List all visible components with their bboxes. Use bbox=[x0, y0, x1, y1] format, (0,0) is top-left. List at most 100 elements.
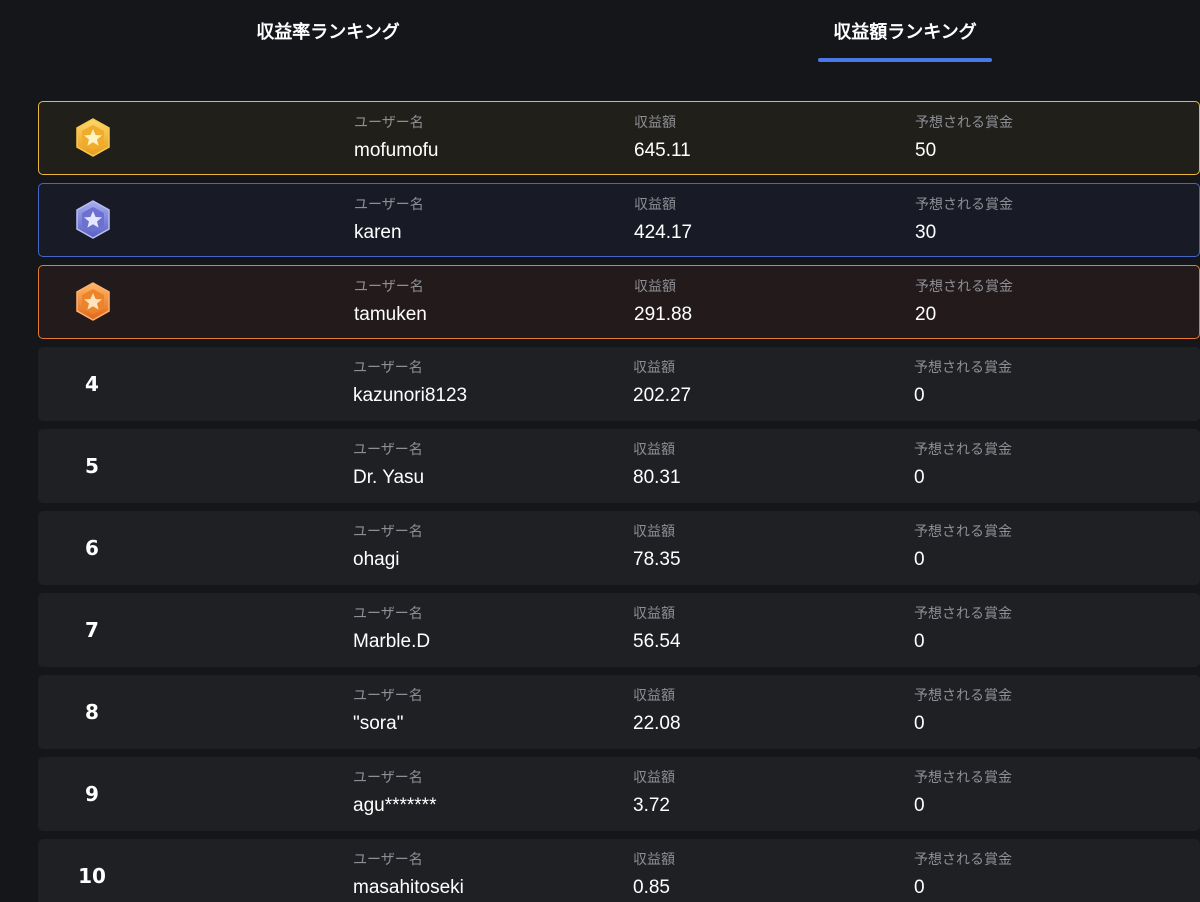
username-cell: ユーザー名 kazunori8123 bbox=[353, 359, 467, 407]
ranking-row[interactable]: 10 ユーザー名 masahitoseki 収益額 0.85 予想される賞金 0 bbox=[38, 839, 1200, 902]
expected-prize-cell: 予想される賞金 0 bbox=[914, 605, 1012, 653]
profit-amount-label: 収益額 bbox=[633, 524, 675, 540]
expected-prize-value: 0 bbox=[914, 877, 925, 898]
profit-amount-label: 収益額 bbox=[634, 197, 676, 213]
profit-amount-value: 3.72 bbox=[633, 795, 670, 816]
rank-number: 5 bbox=[85, 454, 99, 478]
active-tab-indicator bbox=[818, 58, 992, 62]
ranking-tabs: 収益率ランキング 収益額ランキング bbox=[0, 0, 1200, 62]
username-cell: ユーザー名 masahitoseki bbox=[353, 851, 464, 899]
tab-return-rate-ranking[interactable]: 収益率ランキング bbox=[208, 20, 448, 62]
expected-prize-value: 0 bbox=[914, 385, 925, 406]
username-value: kazunori8123 bbox=[353, 385, 468, 406]
profit-amount-cell: 収益額 3.72 bbox=[633, 769, 675, 817]
expected-prize-label: 予想される賞金 bbox=[915, 279, 1013, 295]
ranking-row[interactable]: ユーザー名 tamuken 収益額 291.88 予想される賞金 20 bbox=[38, 265, 1200, 339]
username-value: Marble.D bbox=[353, 631, 431, 652]
profit-amount-value: 78.35 bbox=[633, 549, 681, 570]
username-cell: ユーザー名 "sora" bbox=[353, 687, 423, 735]
username-value: karen bbox=[354, 222, 402, 243]
username-label: ユーザー名 bbox=[353, 442, 423, 458]
expected-prize-label: 予想される賞金 bbox=[914, 852, 1012, 868]
profit-amount-value: 202.27 bbox=[633, 385, 692, 406]
profit-amount-label: 収益額 bbox=[633, 770, 675, 786]
rank-number: 9 bbox=[85, 782, 99, 806]
rank-cell bbox=[39, 266, 147, 338]
profit-amount-cell: 収益額 202.27 bbox=[633, 359, 691, 407]
expected-prize-value: 20 bbox=[915, 304, 937, 325]
username-cell: ユーザー名 ohagi bbox=[353, 523, 423, 571]
profit-amount-cell: 収益額 645.11 bbox=[634, 114, 691, 162]
profit-amount-label: 収益額 bbox=[633, 442, 675, 458]
rank-number: 4 bbox=[85, 372, 99, 396]
profit-amount-label: 収益額 bbox=[634, 115, 676, 131]
gold-medal-icon bbox=[76, 118, 110, 157]
username-cell: ユーザー名 Marble.D bbox=[353, 605, 430, 653]
profit-amount-label: 収益額 bbox=[633, 360, 675, 376]
expected-prize-label: 予想される賞金 bbox=[914, 442, 1012, 458]
tab-profit-amount-ranking[interactable]: 収益額ランキング bbox=[818, 20, 992, 62]
profit-amount-value: 56.54 bbox=[633, 631, 681, 652]
profit-amount-label: 収益額 bbox=[634, 279, 676, 295]
rank-cell bbox=[39, 102, 147, 174]
username-label: ユーザー名 bbox=[353, 606, 423, 622]
profit-amount-value: 0.85 bbox=[633, 877, 670, 898]
expected-prize-value: 0 bbox=[914, 631, 925, 652]
profit-amount-cell: 収益額 80.31 bbox=[633, 441, 681, 489]
expected-prize-label: 予想される賞金 bbox=[915, 115, 1013, 131]
rank-cell bbox=[39, 184, 147, 256]
profit-amount-cell: 収益額 78.35 bbox=[633, 523, 681, 571]
expected-prize-value: 0 bbox=[914, 549, 925, 570]
username-value: Dr. Yasu bbox=[353, 467, 425, 488]
username-label: ユーザー名 bbox=[354, 115, 424, 131]
expected-prize-value: 0 bbox=[914, 713, 925, 734]
expected-prize-label: 予想される賞金 bbox=[914, 360, 1012, 376]
expected-prize-cell: 予想される賞金 50 bbox=[915, 114, 1013, 162]
expected-prize-cell: 予想される賞金 20 bbox=[915, 278, 1013, 326]
username-cell: ユーザー名 karen bbox=[354, 196, 424, 244]
username-cell: ユーザー名 agu******* bbox=[353, 769, 436, 817]
username-value: mofumofu bbox=[354, 140, 439, 161]
ranking-list: ユーザー名 mofumofu 収益額 645.11 予想される賞金 50 ユーザ… bbox=[38, 101, 1200, 902]
username-cell: ユーザー名 mofumofu bbox=[354, 114, 438, 162]
expected-prize-label: 予想される賞金 bbox=[914, 524, 1012, 540]
username-label: ユーザー名 bbox=[353, 360, 423, 376]
username-value: tamuken bbox=[354, 304, 427, 325]
profit-amount-value: 645.11 bbox=[634, 140, 691, 161]
profit-amount-label: 収益額 bbox=[633, 606, 675, 622]
rank-number: 8 bbox=[85, 700, 99, 724]
ranking-row[interactable]: ユーザー名 mofumofu 収益額 645.11 予想される賞金 50 bbox=[38, 101, 1200, 175]
expected-prize-value: 0 bbox=[914, 795, 925, 816]
profit-amount-cell: 収益額 56.54 bbox=[633, 605, 681, 653]
expected-prize-value: 30 bbox=[915, 222, 937, 243]
ranking-row[interactable]: 5 ユーザー名 Dr. Yasu 収益額 80.31 予想される賞金 0 bbox=[38, 429, 1200, 503]
profit-amount-value: 291.88 bbox=[634, 304, 693, 325]
ranking-row[interactable]: 8 ユーザー名 "sora" 収益額 22.08 予想される賞金 0 bbox=[38, 675, 1200, 749]
expected-prize-cell: 予想される賞金 30 bbox=[915, 196, 1013, 244]
ranking-row[interactable]: 4 ユーザー名 kazunori8123 収益額 202.27 予想される賞金 … bbox=[38, 347, 1200, 421]
expected-prize-cell: 予想される賞金 0 bbox=[914, 851, 1012, 899]
expected-prize-value: 50 bbox=[915, 140, 937, 161]
ranking-row[interactable]: 6 ユーザー名 ohagi 収益額 78.35 予想される賞金 0 bbox=[38, 511, 1200, 585]
ranking-row[interactable]: ユーザー名 karen 収益額 424.17 予想される賞金 30 bbox=[38, 183, 1200, 257]
username-label: ユーザー名 bbox=[353, 852, 423, 868]
profit-amount-label: 収益額 bbox=[633, 852, 675, 868]
expected-prize-cell: 予想される賞金 0 bbox=[914, 687, 1012, 735]
username-cell: ユーザー名 Dr. Yasu bbox=[353, 441, 424, 489]
ranking-row[interactable]: 9 ユーザー名 agu******* 収益額 3.72 予想される賞金 0 bbox=[38, 757, 1200, 831]
profit-amount-cell: 収益額 0.85 bbox=[633, 851, 675, 899]
username-label: ユーザー名 bbox=[353, 770, 423, 786]
ranking-row[interactable]: 7 ユーザー名 Marble.D 収益額 56.54 予想される賞金 0 bbox=[38, 593, 1200, 667]
username-cell: ユーザー名 tamuken bbox=[354, 278, 427, 326]
rank-number: 10 bbox=[78, 864, 106, 888]
expected-prize-label: 予想される賞金 bbox=[914, 770, 1012, 786]
profit-amount-cell: 収益額 291.88 bbox=[634, 278, 692, 326]
silver-medal-icon bbox=[76, 200, 110, 239]
tab-label: 収益率ランキング bbox=[256, 22, 400, 43]
expected-prize-cell: 予想される賞金 0 bbox=[914, 769, 1012, 817]
username-label: ユーザー名 bbox=[353, 688, 423, 704]
profit-amount-cell: 収益額 22.08 bbox=[633, 687, 681, 735]
username-label: ユーザー名 bbox=[353, 524, 423, 540]
rank-number: 7 bbox=[85, 618, 99, 642]
profit-amount-cell: 収益額 424.17 bbox=[634, 196, 692, 244]
